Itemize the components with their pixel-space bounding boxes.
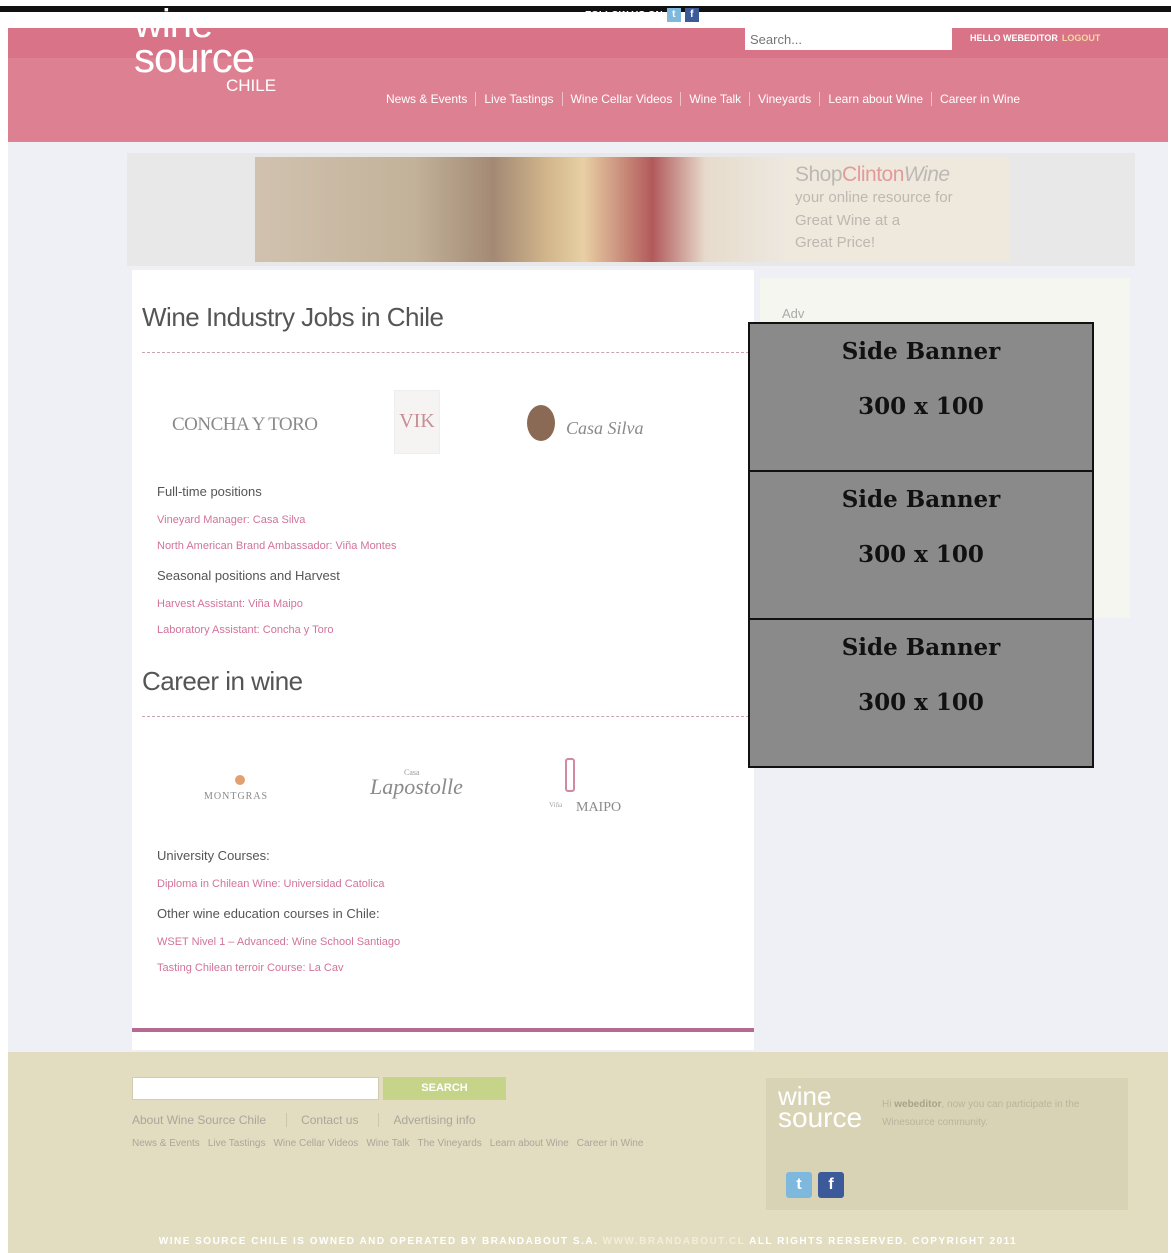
nav-news-events[interactable]: News & Events: [378, 92, 475, 106]
side-banner-3[interactable]: Side Banner 300 x 100: [748, 618, 1094, 768]
footer-link-contact[interactable]: Contact us: [301, 1113, 380, 1127]
follow-us: FOLLOW US ON t f: [585, 8, 699, 22]
course-link-wset[interactable]: WSET Nivel 1 – Advanced: Wine School San…: [157, 936, 400, 948]
follow-label: FOLLOW US ON: [585, 9, 663, 21]
side-banner-2[interactable]: Side Banner 300 x 100: [748, 470, 1094, 620]
side-banner-size: 300 x 100: [858, 541, 984, 568]
sidebar-adv-label: Adv: [782, 306, 805, 321]
fulltime-label: Full-time positions: [157, 484, 262, 499]
copyright-url[interactable]: WWW.BRANDABOUT.CL: [603, 1236, 746, 1247]
nav-career-in-wine[interactable]: Career in Wine: [931, 92, 1028, 106]
banner-text-box[interactable]: ShopClintonWine your online resource for…: [785, 157, 1010, 262]
brand-shop: Shop: [795, 163, 843, 186]
footer-search-button[interactable]: SEARCH: [383, 1077, 506, 1100]
seasonal-label: Seasonal positions and Harvest: [157, 568, 340, 583]
hello-label: HELLO WEBEDITOR: [970, 33, 1058, 43]
course-link-diploma[interactable]: Diploma in Chilean Wine: Universidad Cat…: [157, 878, 384, 890]
main-content: [132, 270, 754, 1050]
copyright-pre: WINE SOURCE CHILE IS OWNED AND OPERATED …: [158, 1236, 599, 1247]
montgras-logo[interactable]: MONTGRAS: [204, 791, 268, 802]
footer-links-primary: About Wine Source Chile Contact us Adver…: [132, 1113, 510, 1127]
banner-line-2: Great Wine at a: [795, 211, 901, 229]
maipo-small-label: Viña: [549, 801, 563, 809]
job-link-laboratory-assistant[interactable]: Laboratory Assistant: Concha y Toro: [157, 624, 334, 636]
copyright-post: ALL RIGHTS RERSERVED. COPYRIGHT 2011: [749, 1236, 1018, 1247]
side-banner-title: Side Banner: [841, 338, 1001, 365]
side-banner-size: 300 x 100: [858, 689, 984, 716]
nav-vineyards[interactable]: Vineyards: [749, 92, 819, 106]
search-input[interactable]: [745, 28, 952, 50]
other-courses-label: Other wine education courses in Chile:: [157, 906, 380, 921]
maipo-logo[interactable]: MAIPO: [576, 800, 621, 816]
casa-silva-emblem: [527, 405, 555, 441]
nav-wine-cellar-videos[interactable]: Wine Cellar Videos: [561, 92, 681, 106]
brand-clinton: Clinton: [842, 163, 904, 186]
site-logo[interactable]: wine source CHILE: [134, 4, 277, 96]
footer-logo-source: source: [778, 1102, 863, 1134]
copyright-notice: WINE SOURCE CHILE IS OWNED AND OPERATED …: [8, 1236, 1168, 1247]
message-hi: Hi: [882, 1099, 892, 1110]
main-nav: News & Events Live Tastings Wine Cellar …: [378, 92, 1028, 106]
vineyard-banner-image[interactable]: [255, 157, 785, 262]
facebook-icon[interactable]: f: [684, 8, 699, 22]
nav-wine-talk[interactable]: Wine Talk: [680, 92, 749, 106]
footer-nav-learn-about-wine[interactable]: Learn about Wine: [490, 1138, 569, 1149]
footer-logo[interactable]: wine source: [778, 1083, 863, 1134]
side-banner-size: 300 x 100: [858, 393, 984, 420]
montgras-dot: [235, 775, 245, 785]
logo-line-source: source: [134, 33, 255, 81]
concha-y-toro-logo[interactable]: CONCHA Y TORO: [172, 414, 318, 436]
footer-nav-live-tastings[interactable]: Live Tastings: [208, 1138, 266, 1149]
content-bottom-rule: [132, 1028, 754, 1032]
side-banner-title: Side Banner: [841, 486, 1001, 513]
footer-link-about[interactable]: About Wine Source Chile: [132, 1113, 288, 1127]
jobs-title: Wine Industry Jobs in Chile: [142, 302, 444, 332]
side-banner-title: Side Banner: [841, 634, 1001, 661]
banner-brand: ShopClintonWine: [795, 163, 1000, 187]
message-user: webeditor: [894, 1099, 942, 1110]
maipo-bottle-icon: [565, 758, 575, 792]
brand-wine: Wine: [903, 163, 950, 186]
footer-nav-wine-cellar-videos[interactable]: Wine Cellar Videos: [273, 1138, 358, 1149]
job-link-harvest-assistant[interactable]: Harvest Assistant: Viña Maipo: [157, 598, 303, 610]
twitter-icon[interactable]: t: [786, 1172, 812, 1198]
lapostolle-logo[interactable]: Lapostolle: [370, 774, 463, 800]
jobs-divider: [142, 352, 754, 353]
footer-nav-career-in-wine[interactable]: Career in Wine: [577, 1138, 644, 1149]
logout-link[interactable]: LOGOUT: [1062, 33, 1101, 43]
job-link-brand-ambassador[interactable]: North American Brand Ambassador: Viña Mo…: [157, 540, 396, 552]
nav-live-tastings[interactable]: Live Tastings: [475, 92, 561, 106]
nav-learn-about-wine[interactable]: Learn about Wine: [819, 92, 931, 106]
university-label: University Courses:: [157, 848, 270, 863]
banner-line-1: your online resource for: [795, 189, 953, 206]
vik-logo[interactable]: VIK: [394, 390, 440, 454]
footer-nav-wine-talk[interactable]: Wine Talk: [366, 1138, 409, 1149]
user-greeting: HELLO WEBEDITOR LOGOUT: [970, 33, 1100, 43]
career-divider: [142, 716, 754, 717]
footer-nav-vineyards[interactable]: The Vineyards: [417, 1138, 481, 1149]
side-banner-1[interactable]: Side Banner 300 x 100: [748, 322, 1094, 472]
course-link-terroir[interactable]: Tasting Chilean terroir Course: La Cav: [157, 962, 343, 974]
logo-line-chile: CHILE: [226, 76, 277, 96]
career-title: Career in wine: [142, 666, 303, 696]
facebook-icon[interactable]: f: [818, 1172, 844, 1198]
footer-social: t f: [786, 1172, 844, 1198]
banner-line-3: Great Price!: [795, 234, 876, 251]
community-message: Hi webeditor, now you can participate in…: [882, 1096, 1122, 1132]
footer-search-input[interactable]: [132, 1077, 379, 1100]
footer-links-secondary: News & Events Live Tastings Wine Cellar …: [132, 1138, 643, 1149]
casa-silva-logo[interactable]: Casa Silva: [566, 418, 644, 439]
job-link-vineyard-manager[interactable]: Vineyard Manager: Casa Silva: [157, 514, 305, 526]
footer-nav-news-events[interactable]: News & Events: [132, 1138, 200, 1149]
footer-link-advertising[interactable]: Advertising info: [393, 1113, 495, 1127]
twitter-icon[interactable]: t: [666, 8, 681, 22]
